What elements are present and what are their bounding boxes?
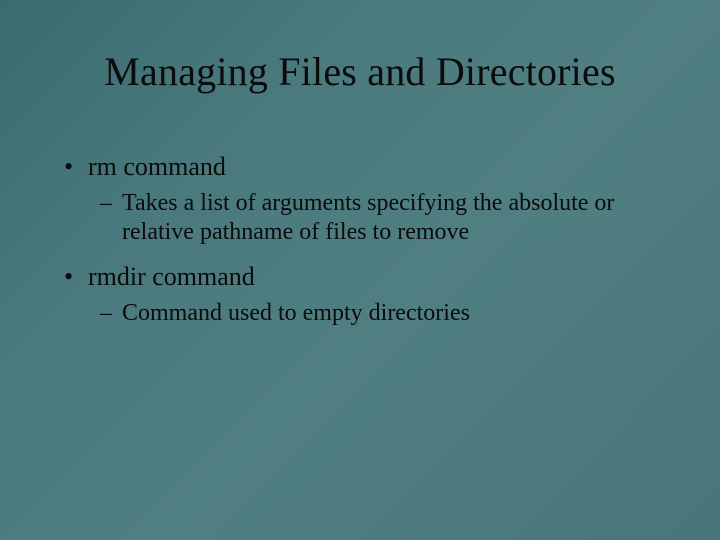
sub-bullet-rmdir: Command used to empty directories [60,299,660,328]
slide-content: rm command Takes a list of arguments spe… [0,95,720,328]
bullet-text: rm command [88,152,226,181]
slide-title: Managing Files and Directories [0,0,720,95]
sub-bullet-rm: Takes a list of arguments specifying the… [60,189,660,248]
slide: Managing Files and Directories rm comman… [0,0,720,540]
bullet-rm: rm command [60,151,660,183]
bullet-rmdir: rmdir command [60,261,660,293]
sub-bullet-text: Command used to empty directories [122,300,470,326]
bullet-text: rmdir command [88,262,255,291]
sub-bullet-text: Takes a list of arguments specifying the… [122,190,614,245]
